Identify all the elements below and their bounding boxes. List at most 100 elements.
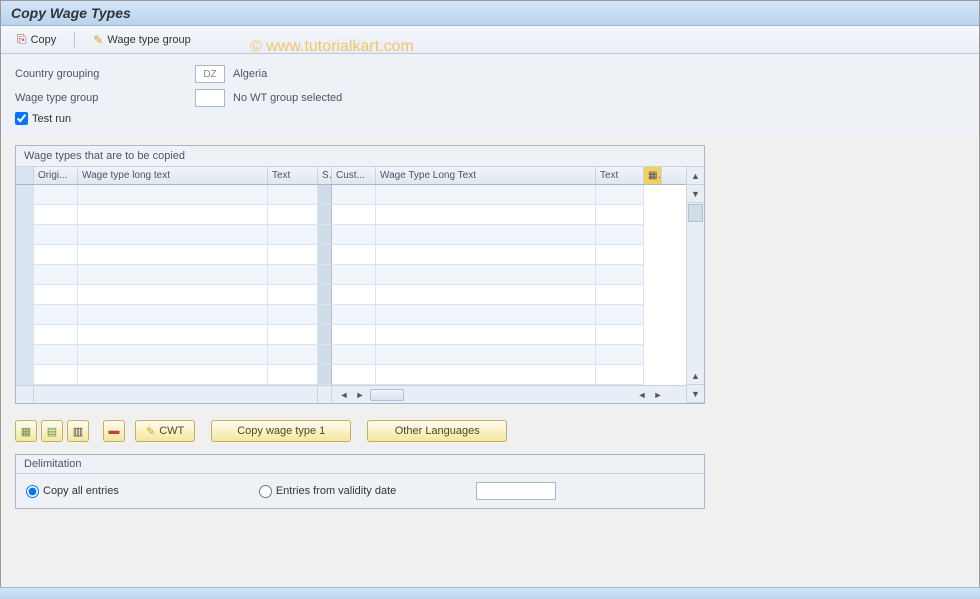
table-row[interactable] — [16, 225, 686, 245]
entries-from-validity-radio-group[interactable]: Entries from validity date — [259, 485, 396, 498]
table-cell[interactable] — [34, 365, 78, 385]
table-row[interactable] — [16, 285, 686, 305]
table-cell[interactable] — [318, 245, 332, 265]
table-cell[interactable] — [318, 365, 332, 385]
table-cell[interactable] — [318, 305, 332, 325]
scroll-down-icon[interactable]: ▼ — [687, 185, 704, 203]
table-cell[interactable] — [268, 225, 318, 245]
hscroll-left-icon[interactable]: ◄ — [336, 387, 352, 403]
table-cell[interactable] — [596, 305, 644, 325]
table-cell[interactable] — [376, 265, 596, 285]
table-cell[interactable] — [376, 345, 596, 365]
table-cell[interactable] — [596, 205, 644, 225]
table-cell[interactable] — [268, 265, 318, 285]
table-row[interactable] — [16, 345, 686, 365]
table-cell[interactable] — [268, 305, 318, 325]
table-cell[interactable] — [268, 285, 318, 305]
col-header-text1[interactable]: Text — [268, 167, 318, 184]
validity-date-input[interactable] — [476, 482, 556, 500]
table-cell[interactable] — [78, 205, 268, 225]
table-cell[interactable] — [332, 365, 376, 385]
icon-button-4[interactable]: ▬ — [103, 420, 125, 442]
table-cell[interactable] — [332, 285, 376, 305]
table-cell[interactable] — [78, 225, 268, 245]
copy-wage-type-1-button[interactable]: Copy wage type 1 — [211, 420, 351, 442]
table-cell[interactable] — [78, 245, 268, 265]
table-cell[interactable] — [268, 365, 318, 385]
table-cell[interactable] — [596, 285, 644, 305]
table-cell[interactable] — [34, 185, 78, 205]
hscroll-thumb[interactable] — [370, 389, 404, 401]
table-row[interactable] — [16, 305, 686, 325]
table-row[interactable] — [16, 265, 686, 285]
table-cell[interactable] — [34, 265, 78, 285]
scroll-down2-icon[interactable]: ▼ — [687, 385, 704, 403]
col-header-cust[interactable]: Cust... — [332, 167, 376, 184]
table-cell[interactable] — [318, 345, 332, 365]
table-cell[interactable] — [318, 325, 332, 345]
table-cell[interactable] — [318, 265, 332, 285]
icon-button-2[interactable]: ▤ — [41, 420, 63, 442]
table-cell[interactable] — [376, 365, 596, 385]
table-cell[interactable] — [16, 245, 34, 265]
table-cell[interactable] — [78, 365, 268, 385]
table-cell[interactable] — [318, 205, 332, 225]
hscroll-left2-icon[interactable]: ◄ — [634, 387, 650, 403]
table-cell[interactable] — [268, 345, 318, 365]
table-cell[interactable] — [34, 205, 78, 225]
table-cell[interactable] — [318, 225, 332, 245]
table-cell[interactable] — [376, 225, 596, 245]
table-cell[interactable] — [596, 365, 644, 385]
table-cell[interactable] — [596, 245, 644, 265]
entries-from-validity-radio[interactable] — [259, 485, 272, 498]
table-cell[interactable] — [268, 185, 318, 205]
table-cell[interactable] — [596, 325, 644, 345]
table-cell[interactable] — [78, 325, 268, 345]
country-code-field[interactable]: DZ — [195, 65, 225, 83]
table-cell[interactable] — [16, 365, 34, 385]
wage-type-group-field[interactable] — [195, 89, 225, 107]
scroll-thumb[interactable] — [688, 204, 703, 222]
table-cell[interactable] — [596, 185, 644, 205]
hscroll-right2-icon[interactable]: ► — [650, 387, 666, 403]
table-cell[interactable] — [16, 325, 34, 345]
table-cell[interactable] — [376, 325, 596, 345]
table-cell[interactable] — [332, 305, 376, 325]
table-cell[interactable] — [332, 185, 376, 205]
scroll-up2-icon[interactable]: ▲ — [687, 367, 704, 385]
table-row[interactable] — [16, 245, 686, 265]
table-row[interactable] — [16, 185, 686, 205]
table-cell[interactable] — [16, 205, 34, 225]
table-cell[interactable] — [16, 265, 34, 285]
icon-button-1[interactable]: ▦ — [15, 420, 37, 442]
col-header-config-icon[interactable]: ▦ — [644, 167, 662, 184]
table-cell[interactable] — [268, 325, 318, 345]
table-cell[interactable] — [596, 225, 644, 245]
table-row[interactable] — [16, 365, 686, 385]
table-cell[interactable] — [332, 265, 376, 285]
table-cell[interactable] — [78, 305, 268, 325]
table-cell[interactable] — [376, 305, 596, 325]
copy-all-entries-radio[interactable] — [26, 485, 39, 498]
table-cell[interactable] — [34, 305, 78, 325]
table-row[interactable] — [16, 325, 686, 345]
table-cell[interactable] — [34, 245, 78, 265]
table-cell[interactable] — [34, 285, 78, 305]
test-run-checkbox[interactable] — [15, 112, 28, 125]
table-cell[interactable] — [596, 265, 644, 285]
table-cell[interactable] — [34, 225, 78, 245]
table-cell[interactable] — [332, 325, 376, 345]
scroll-track[interactable] — [687, 223, 704, 367]
other-languages-button[interactable]: Other Languages — [367, 420, 507, 442]
wage-type-group-button[interactable]: ✎ Wage type group — [87, 31, 196, 49]
table-cell[interactable] — [596, 345, 644, 365]
table-cell[interactable] — [78, 185, 268, 205]
table-cell[interactable] — [16, 305, 34, 325]
col-header-selector[interactable] — [16, 167, 34, 184]
table-cell[interactable] — [16, 185, 34, 205]
table-cell[interactable] — [16, 225, 34, 245]
table-cell[interactable] — [268, 205, 318, 225]
col-header-longtext2[interactable]: Wage Type Long Text — [376, 167, 596, 184]
table-cell[interactable] — [34, 325, 78, 345]
table-cell[interactable] — [376, 285, 596, 305]
